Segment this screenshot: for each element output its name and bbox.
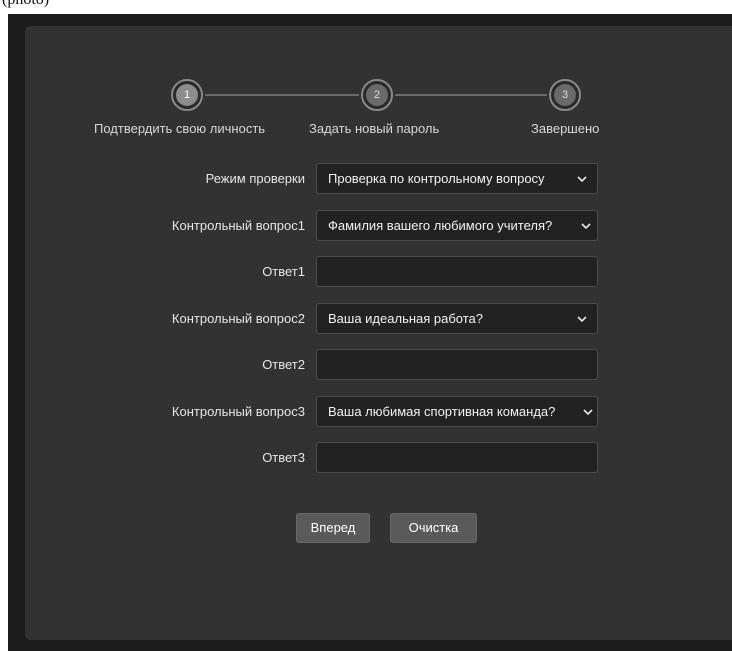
question1-label: Контрольный вопрос1: [171, 218, 305, 233]
answer1-input[interactable]: [316, 256, 598, 287]
step-3-number: 3: [554, 84, 576, 106]
chevron-down-icon: [583, 409, 593, 416]
step-3-indicator: 3: [549, 79, 581, 111]
mode-label: Режим проверки: [205, 171, 305, 186]
chevron-down-icon: [581, 223, 591, 230]
question3-select-value: Ваша любимая спортивная команда?: [328, 404, 556, 419]
security-question-screen: 1 2 3 Подтвердить свою личность Задать н…: [8, 14, 732, 651]
step-1-indicator: 1: [171, 79, 203, 111]
question3-label: Контрольный вопрос3: [171, 404, 305, 419]
answer3-input[interactable]: [316, 442, 598, 473]
question1-select-value: Фамилия вашего любимого учителя?: [328, 218, 553, 233]
question2-label: Контрольный вопрос2: [171, 311, 305, 326]
mode-select[interactable]: Проверка по контрольному вопросу: [316, 163, 598, 194]
answer2-label: Ответ2: [262, 357, 305, 372]
step-connector-1: [205, 94, 359, 96]
step-3-label: Завершено: [531, 121, 600, 136]
question2-select-value: Ваша идеальная работа?: [328, 311, 484, 326]
top-fragment-text: (photo): [2, 0, 49, 9]
next-button[interactable]: Вперед: [296, 513, 370, 543]
reset-password-panel: 1 2 3 Подтвердить свою личность Задать н…: [25, 26, 732, 640]
answer2-input[interactable]: [316, 349, 598, 380]
step-1-label: Подтвердить свою личность: [94, 121, 266, 136]
question3-select[interactable]: Ваша любимая спортивная команда?: [316, 396, 598, 427]
mode-select-value: Проверка по контрольному вопросу: [328, 171, 545, 186]
step-connector-2: [395, 94, 547, 96]
chevron-down-icon: [577, 176, 587, 183]
answer1-label: Ответ1: [262, 264, 305, 279]
chevron-down-icon: [577, 316, 587, 323]
step-1-number: 1: [176, 84, 198, 106]
answer3-label: Ответ3: [262, 450, 305, 465]
step-2-number: 2: [366, 84, 388, 106]
question1-select[interactable]: Фамилия вашего любимого учителя?: [316, 210, 598, 241]
step-2-label: Задать новый пароль: [309, 121, 440, 136]
question2-select[interactable]: Ваша идеальная работа?: [316, 303, 598, 334]
document-top-fragment: (photo): [0, 0, 732, 14]
step-2-indicator: 2: [361, 79, 393, 111]
clear-button[interactable]: Очистка: [390, 513, 477, 543]
